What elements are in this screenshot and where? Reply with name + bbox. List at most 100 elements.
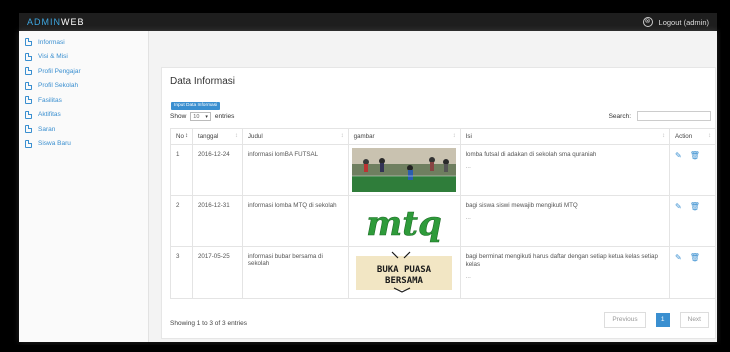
isi-more: ... — [465, 273, 471, 280]
show-entries: Show 10 ▾ entries — [170, 112, 234, 121]
delete-trash-icon[interactable]: 🗑 — [690, 202, 700, 211]
sidebar-item-aktifitas[interactable]: Aktifitas — [19, 108, 148, 123]
sidebar-item-label: Informasi — [38, 38, 65, 46]
futsal-photo-image — [351, 148, 456, 192]
sidebar-item-profil-pengajar[interactable]: Profil Pengajar — [19, 64, 148, 79]
cell-tanggal: 2017-05-25 — [191, 246, 243, 299]
cell-no: 3 — [170, 246, 193, 299]
sidebar-item-label: Visi & Misi — [38, 53, 68, 61]
logout-icon: ⊗ — [642, 17, 653, 27]
sort-icon: ↕ — [340, 133, 344, 139]
sidebar-item-label: Saran — [38, 125, 56, 133]
sort-icon: ↕ — [452, 133, 456, 139]
search-input[interactable] — [637, 111, 711, 121]
file-icon — [25, 110, 32, 119]
cell-gambar: mtq — [347, 195, 461, 247]
file-icon — [25, 67, 32, 76]
screenshot-frame: ADMINWEB ⊗ Logout (admin) Informasi Visi… — [6, 4, 724, 348]
table-row: 3 2017-05-25 informasi bubar bersama di … — [170, 246, 717, 299]
edit-pencil-icon[interactable]: ✎ — [675, 151, 682, 160]
column-header-action[interactable]: Action ↕ — [668, 128, 717, 145]
input-data-button[interactable]: Input Data Informasi — [171, 102, 221, 110]
previous-button[interactable]: Previous — [604, 312, 646, 328]
file-icon — [25, 139, 32, 148]
cell-isi: lomba futsal di adakan di sekolah sma qu… — [459, 144, 670, 196]
brand-rest: WEB — [61, 17, 85, 27]
isi-text: lomba futsal di adakan di sekolah sma qu… — [465, 151, 597, 158]
isi-text: bagi siswa siswi mewajib mengikuti MTQ — [465, 202, 578, 209]
sidebar-item-label: Siswa Baru — [38, 140, 71, 148]
mtq-logo-image: mtq — [351, 199, 456, 243]
column-header-no[interactable]: No ↕ — [170, 128, 193, 145]
show-suffix: entries — [214, 113, 235, 120]
sidebar-item-profil-sekolah[interactable]: Profil Sekolah — [19, 79, 148, 94]
file-icon — [25, 81, 32, 90]
page-title: Data Informasi — [170, 76, 236, 87]
entries-value: 10 — [193, 113, 200, 120]
column-header-isi[interactable]: Isi ↕ — [459, 128, 670, 145]
sort-icon: ↕ — [661, 133, 665, 139]
sidebar-item-label: Aktifitas — [38, 111, 61, 119]
cell-judul: informasi lomba MTQ di sekolah — [241, 195, 349, 247]
entries-select[interactable]: 10 ▾ — [190, 112, 211, 121]
edit-pencil-icon[interactable]: ✎ — [675, 202, 682, 211]
table-info: Showing 1 to 3 of 3 entries — [170, 320, 247, 327]
table-header-row: No ↕ tanggal ↕ Judul ↕ gambar ↕ Isi ↕ Action ↕ — [170, 128, 717, 145]
cell-gambar: BUKA PUASA BERSAMA — [347, 246, 461, 299]
table-row: 1 2016-12-24 informasi lomBA FUTSAL lomb… — [170, 144, 717, 196]
sort-icon: ↕ — [234, 133, 238, 139]
sidebar-item-saran[interactable]: Saran — [19, 122, 148, 137]
sidebar-item-label: Profil Pengajar — [38, 67, 81, 75]
data-table: No ↕ tanggal ↕ Judul ↕ gambar ↕ Isi ↕ Action ↕… — [170, 128, 717, 299]
chevron-down-icon: ▾ — [205, 113, 208, 120]
edit-pencil-icon[interactable]: ✎ — [675, 253, 682, 262]
search-label: Search: — [608, 112, 631, 120]
isi-text: bagi berminat mengikuti harus daftar den… — [465, 253, 658, 268]
cell-judul: informasi bubar bersama di sekolah — [241, 246, 349, 299]
cell-action: ✎ 🗑 — [668, 144, 717, 196]
delete-trash-icon[interactable]: 🗑 — [690, 151, 700, 160]
cell-action: ✎ 🗑 — [668, 195, 717, 247]
pagination: Previous 1 Next — [604, 312, 709, 328]
column-header-gambar[interactable]: gambar ↕ — [347, 128, 461, 145]
mtq-logo-text: mtq — [366, 204, 441, 243]
sidebar-item-fasilitas[interactable]: Fasilitas — [19, 93, 148, 108]
sidebar-item-label: Profil Sekolah — [38, 82, 79, 90]
file-icon — [25, 96, 32, 105]
logout-link[interactable]: ⊗ Logout (admin) — [642, 17, 709, 27]
cell-judul: informasi lomBA FUTSAL — [241, 144, 349, 196]
file-icon — [25, 125, 32, 134]
search-box: Search: — [609, 111, 711, 121]
column-header-judul[interactable]: Judul ↕ — [241, 128, 349, 145]
top-navbar: ADMINWEB ⊗ Logout (admin) — [19, 13, 717, 31]
logout-label: Logout (admin) — [658, 17, 709, 27]
brand-accent: ADMIN — [27, 17, 61, 27]
sort-icon: ↕ — [708, 133, 711, 139]
table-row: 2 2016-12-31 informasi lomba MTQ di seko… — [170, 195, 717, 247]
cell-tanggal: 2016-12-24 — [191, 144, 243, 196]
sidebar-item-informasi[interactable]: Informasi — [19, 35, 148, 50]
main-panel: Data Informasi Input Data Informasi Show… — [161, 67, 717, 339]
banner-text-2: BERSAMA — [385, 276, 424, 286]
cell-isi: bagi berminat mengikuti harus daftar den… — [459, 246, 670, 299]
sidebar: Informasi Visi & Misi Profil Pengajar Pr… — [19, 31, 149, 342]
sidebar-item-label: Fasilitas — [38, 96, 62, 104]
cell-tanggal: 2016-12-31 — [191, 195, 243, 247]
cell-no: 1 — [170, 144, 193, 196]
sidebar-item-siswa-baru[interactable]: Siswa Baru — [19, 137, 148, 152]
brand-logo[interactable]: ADMINWEB — [27, 17, 85, 27]
next-button[interactable]: Next — [679, 312, 709, 328]
cell-action: ✎ 🗑 — [668, 246, 717, 299]
file-icon — [25, 52, 32, 61]
isi-more: ... — [465, 163, 471, 170]
page-1-button[interactable]: 1 — [655, 313, 670, 327]
isi-more: ... — [465, 214, 471, 221]
delete-trash-icon[interactable]: 🗑 — [690, 253, 700, 262]
cell-isi: bagi siswa siswi mewajib mengikuti MTQ .… — [459, 195, 670, 247]
sort-icon: ↕ — [184, 133, 188, 139]
column-header-tanggal[interactable]: tanggal ↕ — [191, 128, 243, 145]
show-prefix: Show — [170, 113, 187, 120]
sidebar-item-visi-misi[interactable]: Visi & Misi — [19, 50, 148, 65]
file-icon — [25, 38, 32, 47]
cell-no: 2 — [170, 195, 193, 247]
